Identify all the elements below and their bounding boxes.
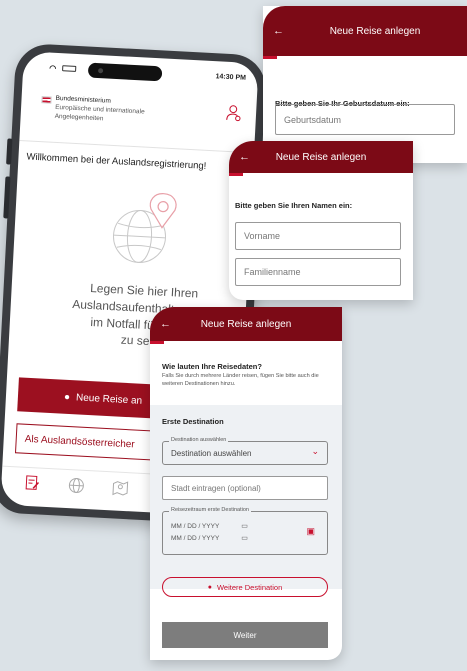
user-settings-icon[interactable] bbox=[226, 104, 243, 123]
city-field[interactable]: Stadt eintragen (optional) bbox=[162, 476, 328, 500]
phone-side-button bbox=[6, 138, 13, 165]
camera-icon bbox=[98, 67, 104, 73]
back-arrow-icon[interactable]: ← bbox=[239, 151, 250, 163]
ministry-logo: Bundesministerium Europäische und intern… bbox=[53, 95, 145, 147]
calendar-icon[interactable]: ▣ bbox=[306, 526, 315, 537]
name-prompt: Bitte geben Sie Ihren Namen ein: bbox=[235, 201, 353, 210]
destination-select-label: Destination auswählen bbox=[169, 437, 229, 443]
birthdate-card: ← Neue Reise anlegen Bitte geben Sie Ihr… bbox=[263, 6, 467, 163]
card-title: Neue Reise anlegen bbox=[275, 151, 367, 163]
accent-bar bbox=[150, 341, 164, 344]
first-name-field[interactable]: Vorname bbox=[235, 222, 401, 250]
add-destination-label: Weitere Destination bbox=[216, 582, 283, 592]
phone-side-button bbox=[3, 176, 11, 219]
birthdate-card-header: ← Neue Reise anlegen bbox=[263, 6, 467, 56]
add-destination-button[interactable]: ● Weitere Destination bbox=[162, 577, 328, 597]
birthdate-field[interactable]: Geburtsdatum bbox=[275, 104, 455, 135]
travel-card-header: ← Neue Reise anlegen bbox=[150, 307, 342, 341]
edit-document-icon[interactable] bbox=[23, 474, 42, 493]
dynamic-island bbox=[87, 62, 163, 81]
travel-period-label: Reisezeitraum erste Destination bbox=[169, 507, 251, 513]
travel-question: Wie lauten Ihre Reisedaten? bbox=[162, 362, 262, 371]
accent-bar bbox=[229, 173, 243, 176]
travel-data-card: ← Neue Reise anlegen Wie lauten Ihre Rei… bbox=[150, 307, 342, 660]
next-button[interactable]: Weiter bbox=[162, 622, 328, 648]
back-arrow-icon[interactable]: ← bbox=[273, 25, 284, 37]
location-pin-icon: ● bbox=[63, 391, 71, 403]
expat-label: Als Auslandsösterreicher bbox=[24, 433, 135, 450]
name-card-header: ← Neue Reise anlegen bbox=[229, 141, 413, 173]
card-title: Neue Reise anlegen bbox=[200, 318, 292, 330]
accent-bar bbox=[263, 56, 277, 59]
destination-select-value: Destination auswählen bbox=[171, 449, 252, 458]
date-to-row: MM / DD / YYYY ▭ bbox=[171, 534, 248, 543]
travel-period-field[interactable]: Reisezeitraum erste Destination MM / DD … bbox=[162, 507, 328, 555]
travel-hint: Falls Sie durch mehrere Länder reisen, f… bbox=[162, 373, 319, 387]
map-icon[interactable] bbox=[111, 478, 130, 497]
last-name-field[interactable]: Familienname bbox=[235, 258, 401, 286]
battery-icon bbox=[62, 65, 77, 72]
name-card: ← Neue Reise anlegen Bitte geben Sie Ihr… bbox=[229, 141, 413, 300]
destination-section: Erste Destination Destination auswählen … bbox=[150, 405, 342, 589]
date-from-input[interactable]: MM / DD / YYYY bbox=[171, 523, 219, 530]
location-pin-icon: ● bbox=[207, 583, 212, 591]
chevron-down-icon: ⌄ bbox=[311, 446, 319, 456]
date-to-input[interactable]: MM / DD / YYYY bbox=[171, 535, 219, 542]
date-from-row: MM / DD / YYYY ▭ bbox=[171, 522, 248, 531]
back-arrow-icon[interactable]: ← bbox=[160, 318, 171, 330]
destination-select[interactable]: Destination auswählen Destination auswäh… bbox=[162, 437, 328, 465]
globe-location-icon bbox=[112, 193, 177, 263]
austria-flag-icon bbox=[41, 96, 52, 104]
destination-section-title: Erste Destination bbox=[162, 417, 224, 426]
wifi-icon: ◠ bbox=[48, 63, 57, 73]
globe-icon[interactable] bbox=[67, 476, 86, 495]
ministry-subtitle: Angelegenheiten bbox=[54, 112, 104, 122]
new-trip-label: Neue Reise an bbox=[75, 391, 143, 407]
status-time: 14:30 PM bbox=[215, 72, 247, 82]
card-title: Neue Reise anlegen bbox=[329, 25, 421, 37]
calendar-icon[interactable]: ▭ bbox=[241, 522, 248, 530]
calendar-icon[interactable]: ▭ bbox=[241, 534, 248, 542]
